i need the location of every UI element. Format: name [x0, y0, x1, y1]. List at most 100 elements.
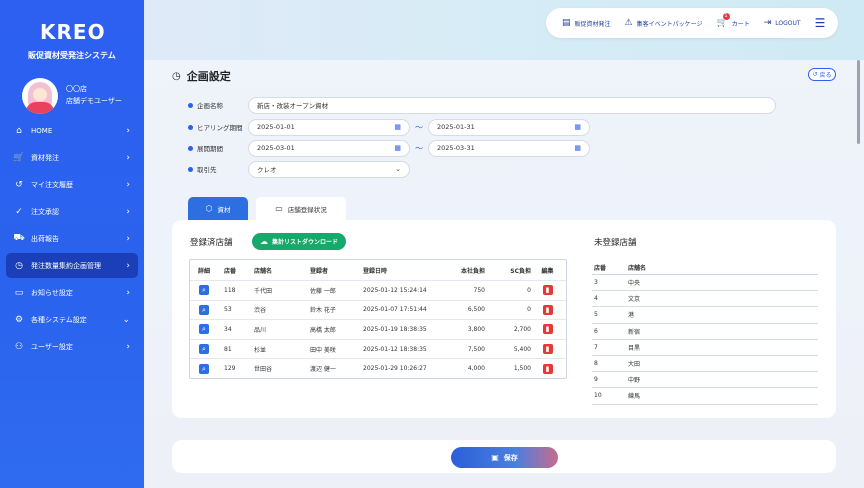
partner-select[interactable]: クレオ ⌄ [248, 160, 410, 178]
sidebar-item-8[interactable]: ⚇ ユーザー設定 › [6, 334, 138, 359]
detail-cell: ⌕ [190, 304, 218, 315]
cart-icon: 🛒 [13, 152, 25, 163]
chevron-icon: ⌄ [122, 314, 130, 325]
cell-sc: 0 [527, 306, 531, 314]
column-header: 登録者 [310, 267, 329, 275]
cell-hq: 7,500 [467, 345, 485, 353]
detail-cell: ⌕ [190, 324, 218, 335]
detail-cell: ⌕ [190, 344, 218, 355]
hearing-to-input[interactable]: 2025-01-31 ▦ [428, 118, 590, 136]
search-icon[interactable]: ⌕ [199, 324, 209, 335]
table-row: 8 大田 [592, 356, 818, 373]
logout-link[interactable]: ⇥ LOGOUT [764, 18, 801, 28]
hearing-row: ヒアリング期間 2025-01-01 ▦ 〜 2025-01-31 ▦ [188, 118, 590, 136]
sidebar-item-label: 注文承認 [31, 207, 59, 216]
trash-icon[interactable]: ▮ [542, 304, 553, 315]
search-icon[interactable]: ⌕ [199, 344, 209, 355]
cart-link[interactable]: 🛒 1 カート [717, 13, 750, 28]
search-icon[interactable]: ⌕ [199, 304, 209, 315]
chevron-icon: › [126, 179, 130, 190]
cell-store-name: 練馬 [628, 393, 641, 401]
table-header: 詳細 店番 店舗名 登録者 登録日時 本社負担 SC負担 編集 [190, 260, 566, 280]
sidebar-item-2[interactable]: ↺ マイ注文履歴 › [6, 172, 138, 197]
table-row: 6 新宿 [592, 324, 818, 340]
table-row: 7 目黒 [592, 340, 818, 356]
warning-icon: ⚠ [624, 18, 633, 28]
calendar-icon[interactable]: ▦ [574, 144, 581, 152]
cell-store_no: 129 [224, 365, 236, 373]
trash-icon[interactable]: ▮ [542, 344, 553, 355]
table-row: 3 中央 [592, 275, 818, 292]
save-button[interactable]: ▣ 保存 [451, 447, 558, 468]
sidebar-item-1[interactable]: 🛒 資材発注 › [6, 145, 138, 170]
tab-store-status[interactable]: ▭ 店舗登録状況 [256, 197, 346, 220]
order-link[interactable]: ▤ 販促資材発注 [562, 18, 611, 28]
menu-icon[interactable]: ☰ [815, 16, 826, 30]
calendar-icon[interactable]: ▦ [574, 123, 581, 131]
cell-store-name: 中央 [628, 280, 641, 288]
column-header: 詳細 [197, 267, 210, 275]
column-header: 登録日時 [363, 267, 388, 275]
cell-store-name: 文京 [628, 296, 641, 304]
edit-cell: ▮ [531, 363, 564, 374]
tab-materials[interactable]: ⬡ 資材 [188, 197, 248, 220]
sidebar-item-label: 資材発注 [31, 153, 59, 162]
clock-icon: ◷ [172, 70, 181, 82]
document-icon: ▤ [562, 18, 571, 28]
download-button[interactable]: ☁ 集計リストダウンロード [252, 233, 346, 250]
plan-name-input[interactable]: 新店・改装オープン資材 [248, 96, 776, 114]
monitor-icon: ▭ [275, 204, 283, 213]
sidebar-item-label: 各種システム設定 [31, 315, 87, 324]
cell-datetime: 2025-01-07 17:51:44 [363, 306, 427, 314]
cell-store_no: 118 [224, 286, 236, 294]
column-header: 編集 [541, 267, 554, 275]
calendar-icon[interactable]: ▦ [394, 123, 401, 131]
cell-store_name: 杉並 [254, 346, 267, 354]
cell-store-name: 大田 [628, 361, 641, 369]
deploy-from-input[interactable]: 2025-03-01 ▦ [248, 139, 410, 157]
cell-datetime: 2025-01-19 18:38:35 [363, 325, 427, 333]
logo[interactable]: KREO [40, 20, 106, 44]
trash-icon[interactable]: ▮ [542, 285, 553, 296]
cell-sc: 0 [527, 286, 531, 294]
unregistered-table: 店番 店舗名 3 中央 4 文京 5 港 6 新宿 7 目黒 8 大田 9 中野 10 練馬 [592, 261, 818, 405]
sidebar-item-label: HOME [31, 126, 53, 135]
search-icon[interactable]: ⌕ [199, 285, 209, 296]
sidebar-item-4[interactable]: ⛟ 出荷報告 › [6, 226, 138, 251]
deploy-to-input[interactable]: 2025-03-31 ▦ [428, 139, 590, 157]
range-tilde: 〜 [415, 122, 423, 132]
hearing-from-input[interactable]: 2025-01-01 ▦ [248, 118, 410, 136]
message-icon: ▭ [14, 287, 24, 298]
trash-icon[interactable]: ▮ [542, 363, 553, 374]
user-store: 〇〇店 [66, 85, 87, 93]
package-link[interactable]: ⚠ 集客イベントパッケージ [625, 18, 703, 28]
table-row: ⌕ 34 品川 高橋 太郎 2025-01-19 18:38:35 3,800 2,700 ▮ [190, 319, 566, 339]
check-circle-icon: ✓ [15, 206, 23, 217]
sidebar-item-3[interactable]: ✓ 注文承認 › [6, 199, 138, 224]
calendar-icon[interactable]: ▦ [394, 144, 401, 152]
deploy-label: 展開期間 [188, 143, 248, 153]
cell-store-no: 10 [594, 392, 602, 400]
home-icon: ⌂ [16, 125, 22, 136]
chevron-icon: › [126, 341, 130, 352]
cell-store-no: 9 [594, 376, 598, 384]
scrollbar[interactable] [857, 60, 860, 144]
plan-name-label: 企画名称 [188, 100, 248, 110]
sidebar: KREO 販促資材受発注システム 〇〇店 店舗デモユーザー ⌂ HOME › 🛒 資材発… [0, 0, 144, 488]
chevron-icon: › [126, 206, 130, 217]
cell-store-name: 港 [628, 312, 635, 320]
users-icon: ⚇ [14, 341, 24, 352]
trash-icon[interactable]: ▮ [542, 324, 553, 335]
cell-store-name: 目黒 [628, 344, 641, 352]
search-icon[interactable]: ⌕ [199, 363, 209, 374]
cell-store_no: 34 [224, 325, 232, 333]
cell-hq: 6,500 [467, 306, 485, 314]
sidebar-item-label: マイ注文履歴 [31, 180, 73, 189]
back-button[interactable]: ↺ 戻る [808, 68, 836, 81]
cloud-download-icon: ☁ [259, 237, 268, 246]
sidebar-item-0[interactable]: ⌂ HOME › [6, 118, 138, 143]
sidebar-item-5[interactable]: ◷ 発注数量集約企画管理 › [6, 253, 138, 278]
cell-datetime: 2025-01-29 10:26:27 [363, 365, 427, 373]
sidebar-item-7[interactable]: ⚙ 各種システム設定 ⌄ [6, 307, 138, 332]
sidebar-item-6[interactable]: ▭ お知らせ設定 › [6, 280, 138, 305]
